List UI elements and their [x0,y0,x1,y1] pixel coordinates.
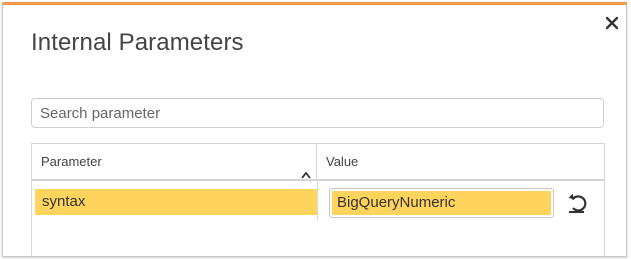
value-field-text: BigQueryNumeric [332,191,551,215]
parameters-table: Parameter Value syntax BigQueryNumeric [31,143,605,256]
close-icon[interactable] [604,15,620,31]
value-field[interactable]: BigQueryNumeric [329,188,554,218]
parameter-cell: syntax [35,189,317,215]
table-header: Parameter Value [32,144,604,181]
reset-icon[interactable] [565,190,591,216]
column-header-value: Value [317,144,604,179]
chevron-up-icon [301,157,311,179]
search-input[interactable] [31,98,604,128]
table-row[interactable]: syntax BigQueryNumeric [32,181,604,221]
column-header-label: Parameter [41,154,102,169]
column-header-label: Value [326,154,359,169]
internal-parameters-dialog: Internal Parameters Parameter Value synt… [2,2,627,257]
dialog-title: Internal Parameters [31,29,244,56]
column-header-parameter[interactable]: Parameter [32,144,317,179]
column-divider [317,181,318,221]
